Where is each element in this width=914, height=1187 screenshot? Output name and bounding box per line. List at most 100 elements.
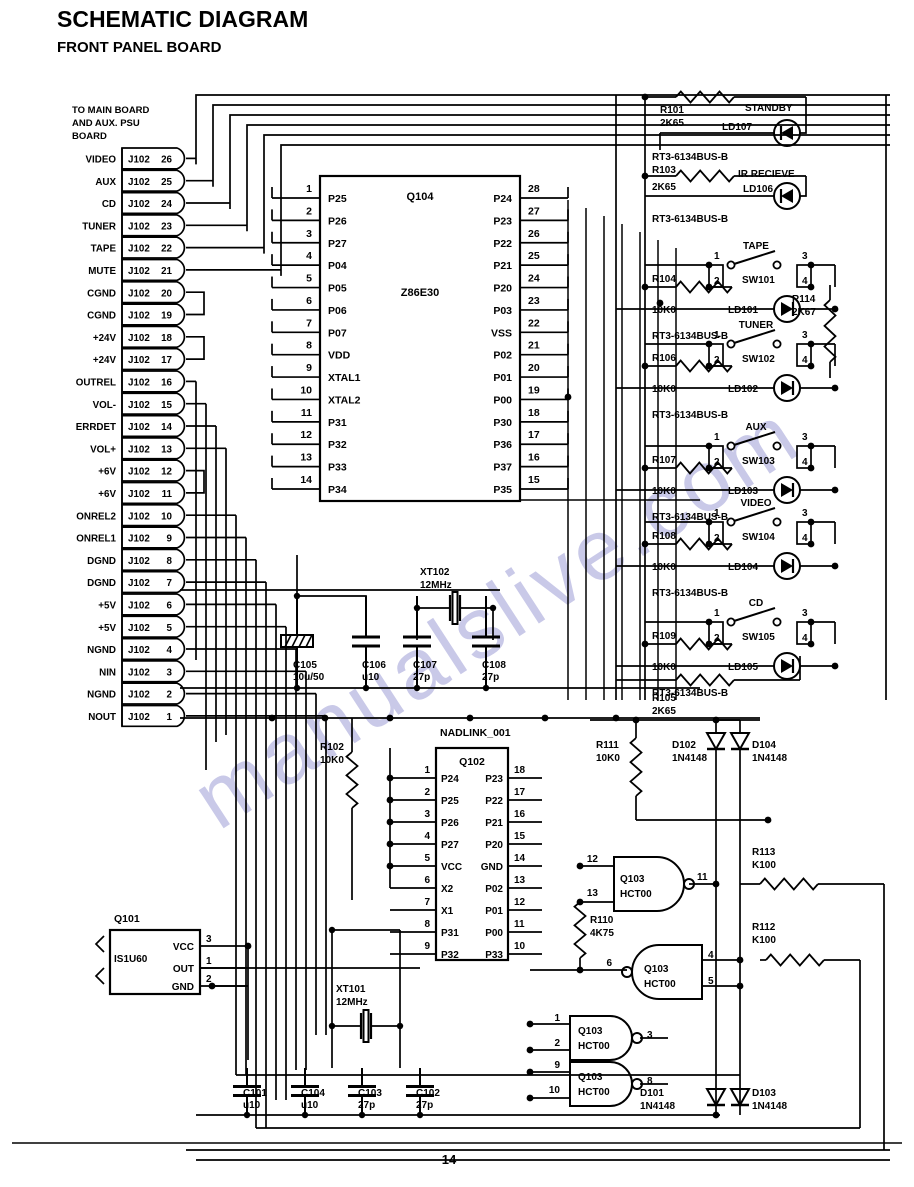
ic-q104-left-pin-name: P32 <box>328 439 347 451</box>
switch-terminal-left <box>726 260 736 270</box>
ic-q104-right-pin-number: 15 <box>528 474 540 486</box>
nand-gate-c <box>569 1015 643 1061</box>
gate-input-pin-b: 10 <box>549 1085 561 1096</box>
ic-q104-right-pin-number: 27 <box>528 205 540 217</box>
connector-pin-row[interactable]: DGND J102 7 <box>87 570 186 594</box>
switch-symbol-sw102[interactable] <box>726 329 782 349</box>
r102-value: 10K0 <box>320 755 344 766</box>
connector-pin-number: 11 <box>162 489 173 500</box>
connector-pin-number: 13 <box>161 444 172 455</box>
resistor-zigzag <box>573 901 587 959</box>
connector-signal-label: OUTREL <box>76 378 116 389</box>
ic-q101-pin-number: 1 <box>206 956 212 967</box>
ic-q104-left-pin-name: XTAL2 <box>328 394 361 406</box>
ic-q102-right-pin-name: P20 <box>485 840 503 851</box>
cap-top-link <box>297 595 367 608</box>
connector-pin-row[interactable]: TAPE J102 22 <box>91 236 186 259</box>
connector-pin-row[interactable]: VIDEO J102 26 <box>86 147 186 170</box>
ic-q102-left-pin-name: P32 <box>441 950 459 961</box>
connector-pin-number: 18 <box>161 333 172 344</box>
junction-dot <box>641 172 649 180</box>
junction-dot <box>208 982 216 990</box>
ic-q102-left-pin-number: 9 <box>424 941 430 952</box>
led-ref: LD101 <box>728 305 758 316</box>
ic-q104-left-pin-name: P07 <box>328 327 347 339</box>
ic-q104-left-pin-name: VDD <box>328 350 351 362</box>
ld106-ref: LD106 <box>743 184 773 195</box>
connector-pin-row[interactable]: ONREL1 J102 9 <box>76 526 186 549</box>
connector-pin-row[interactable]: +6V J102 12 <box>98 459 186 482</box>
connector-signal-label: NGND <box>87 645 116 656</box>
ic-q104-right-pin-name: P03 <box>493 305 512 317</box>
connector-pin-row[interactable]: NOUT J102 1 <box>88 704 186 728</box>
connector-pin-row[interactable]: ERRDET J102 14 <box>76 414 186 438</box>
r105-value: 2K65 <box>652 706 676 717</box>
connector-pin-row[interactable]: AUX J102 25 <box>95 169 186 192</box>
connector-pin-row[interactable]: +5V J102 6 <box>98 593 186 616</box>
connector-pin-row[interactable]: CGND J102 20 <box>87 280 186 304</box>
connector-pin-row[interactable]: DGND J102 8 <box>87 548 186 572</box>
connector-pin-row[interactable]: NIN J102 3 <box>99 660 186 683</box>
r111-ref: R111 <box>596 740 619 751</box>
ic-q104-right-pin-name: P02 <box>493 350 512 362</box>
ic-q102-right-pin-number: 12 <box>514 897 526 908</box>
connector-pin-row[interactable]: NGND J102 4 <box>87 637 186 661</box>
page-title: SCHEMATIC DIAGRAM <box>57 6 308 32</box>
junction-dot <box>831 662 839 670</box>
ic-q104-left-pin-number: 11 <box>301 407 312 419</box>
ic-q102-left-pin-number: 8 <box>424 919 430 930</box>
gate-input-pin-a: 1 <box>554 1013 560 1024</box>
switch-ref: SW103 <box>742 456 775 467</box>
connector-pin-row[interactable]: VOL+ J102 13 <box>90 437 186 460</box>
d102-part: 1N4148 <box>672 753 707 764</box>
connector-signal-label: ERRDET <box>76 422 116 433</box>
connector-pin-number: 14 <box>161 422 172 433</box>
ir-recieve-label: IR RECIEVE <box>738 169 795 180</box>
ic-q102-left-pin-number: 1 <box>424 765 430 776</box>
junction-dot <box>831 384 839 392</box>
connector-pin-row[interactable]: TUNER J102 23 <box>82 214 186 237</box>
junction-dot <box>386 774 394 782</box>
switch-ref: SW104 <box>742 532 775 543</box>
connector-pin-row[interactable]: +6V J102 11 <box>98 481 186 505</box>
ic-q102-right-pin-name: P01 <box>485 906 503 917</box>
connector-pin-row[interactable]: OUTREL J102 16 <box>76 370 186 393</box>
switch-pin-1: 1 <box>714 508 720 519</box>
connector-pin-row[interactable]: ONREL2 J102 10 <box>76 503 186 527</box>
ic-q102-right-pin-name: P21 <box>485 818 503 829</box>
cap-hatch <box>298 634 306 648</box>
connector-pin-number: 1 <box>167 712 173 723</box>
ic-q104-right-pin-name: P24 <box>493 193 512 205</box>
capacitor-value: u10 <box>243 1100 261 1111</box>
ic-q101-part: IS1U60 <box>114 954 148 965</box>
diode-network-top: R111 10K0 D102 1N4148 D104 1N4148 <box>590 716 787 1115</box>
connector-pin-row[interactable]: +24V J102 18 <box>93 325 186 349</box>
switch-symbol-sw105[interactable] <box>726 607 782 627</box>
junction-dot <box>705 261 713 269</box>
resistor-ref: R109 <box>652 631 676 642</box>
d101-part: 1N4148 <box>640 1101 675 1112</box>
connector-pin-number: 17 <box>161 355 172 366</box>
ic-q102-part: NADLINK_001 <box>440 727 511 739</box>
r101-value: 2K65 <box>660 118 684 129</box>
switch-symbol-sw101[interactable] <box>726 250 782 270</box>
connector-pin-row[interactable]: CD J102 24 <box>102 191 186 215</box>
switch-pin-4: 4 <box>802 533 808 544</box>
junction-dot <box>736 956 744 964</box>
connector-pin-row[interactable]: CGND J102 19 <box>87 303 186 326</box>
connector-pin-number: 10 <box>161 511 172 522</box>
nand-gate-d <box>569 1061 643 1107</box>
capacitor-value: 27p <box>413 672 430 683</box>
connector-pin-row[interactable]: NGND J102 2 <box>87 682 186 705</box>
junction-dot <box>712 1111 720 1119</box>
connector-pin-row[interactable]: +5V J102 5 <box>98 615 186 638</box>
connector-signal-label: ONREL2 <box>76 511 116 522</box>
resistor-zigzag <box>675 90 735 104</box>
connector-signal-label: +24V <box>93 333 117 344</box>
nand-body <box>569 1061 633 1107</box>
connector-pin-row[interactable]: VOL- J102 15 <box>93 392 186 415</box>
connector-pin-row[interactable]: MUTE J102 21 <box>88 258 186 282</box>
switch-ref: SW102 <box>742 354 775 365</box>
logic-gates-q103: Q103HCT00121311R113K100R1104K75Q103HCT00… <box>526 847 885 1150</box>
connector-pin-row[interactable]: +24V J102 17 <box>93 347 186 371</box>
